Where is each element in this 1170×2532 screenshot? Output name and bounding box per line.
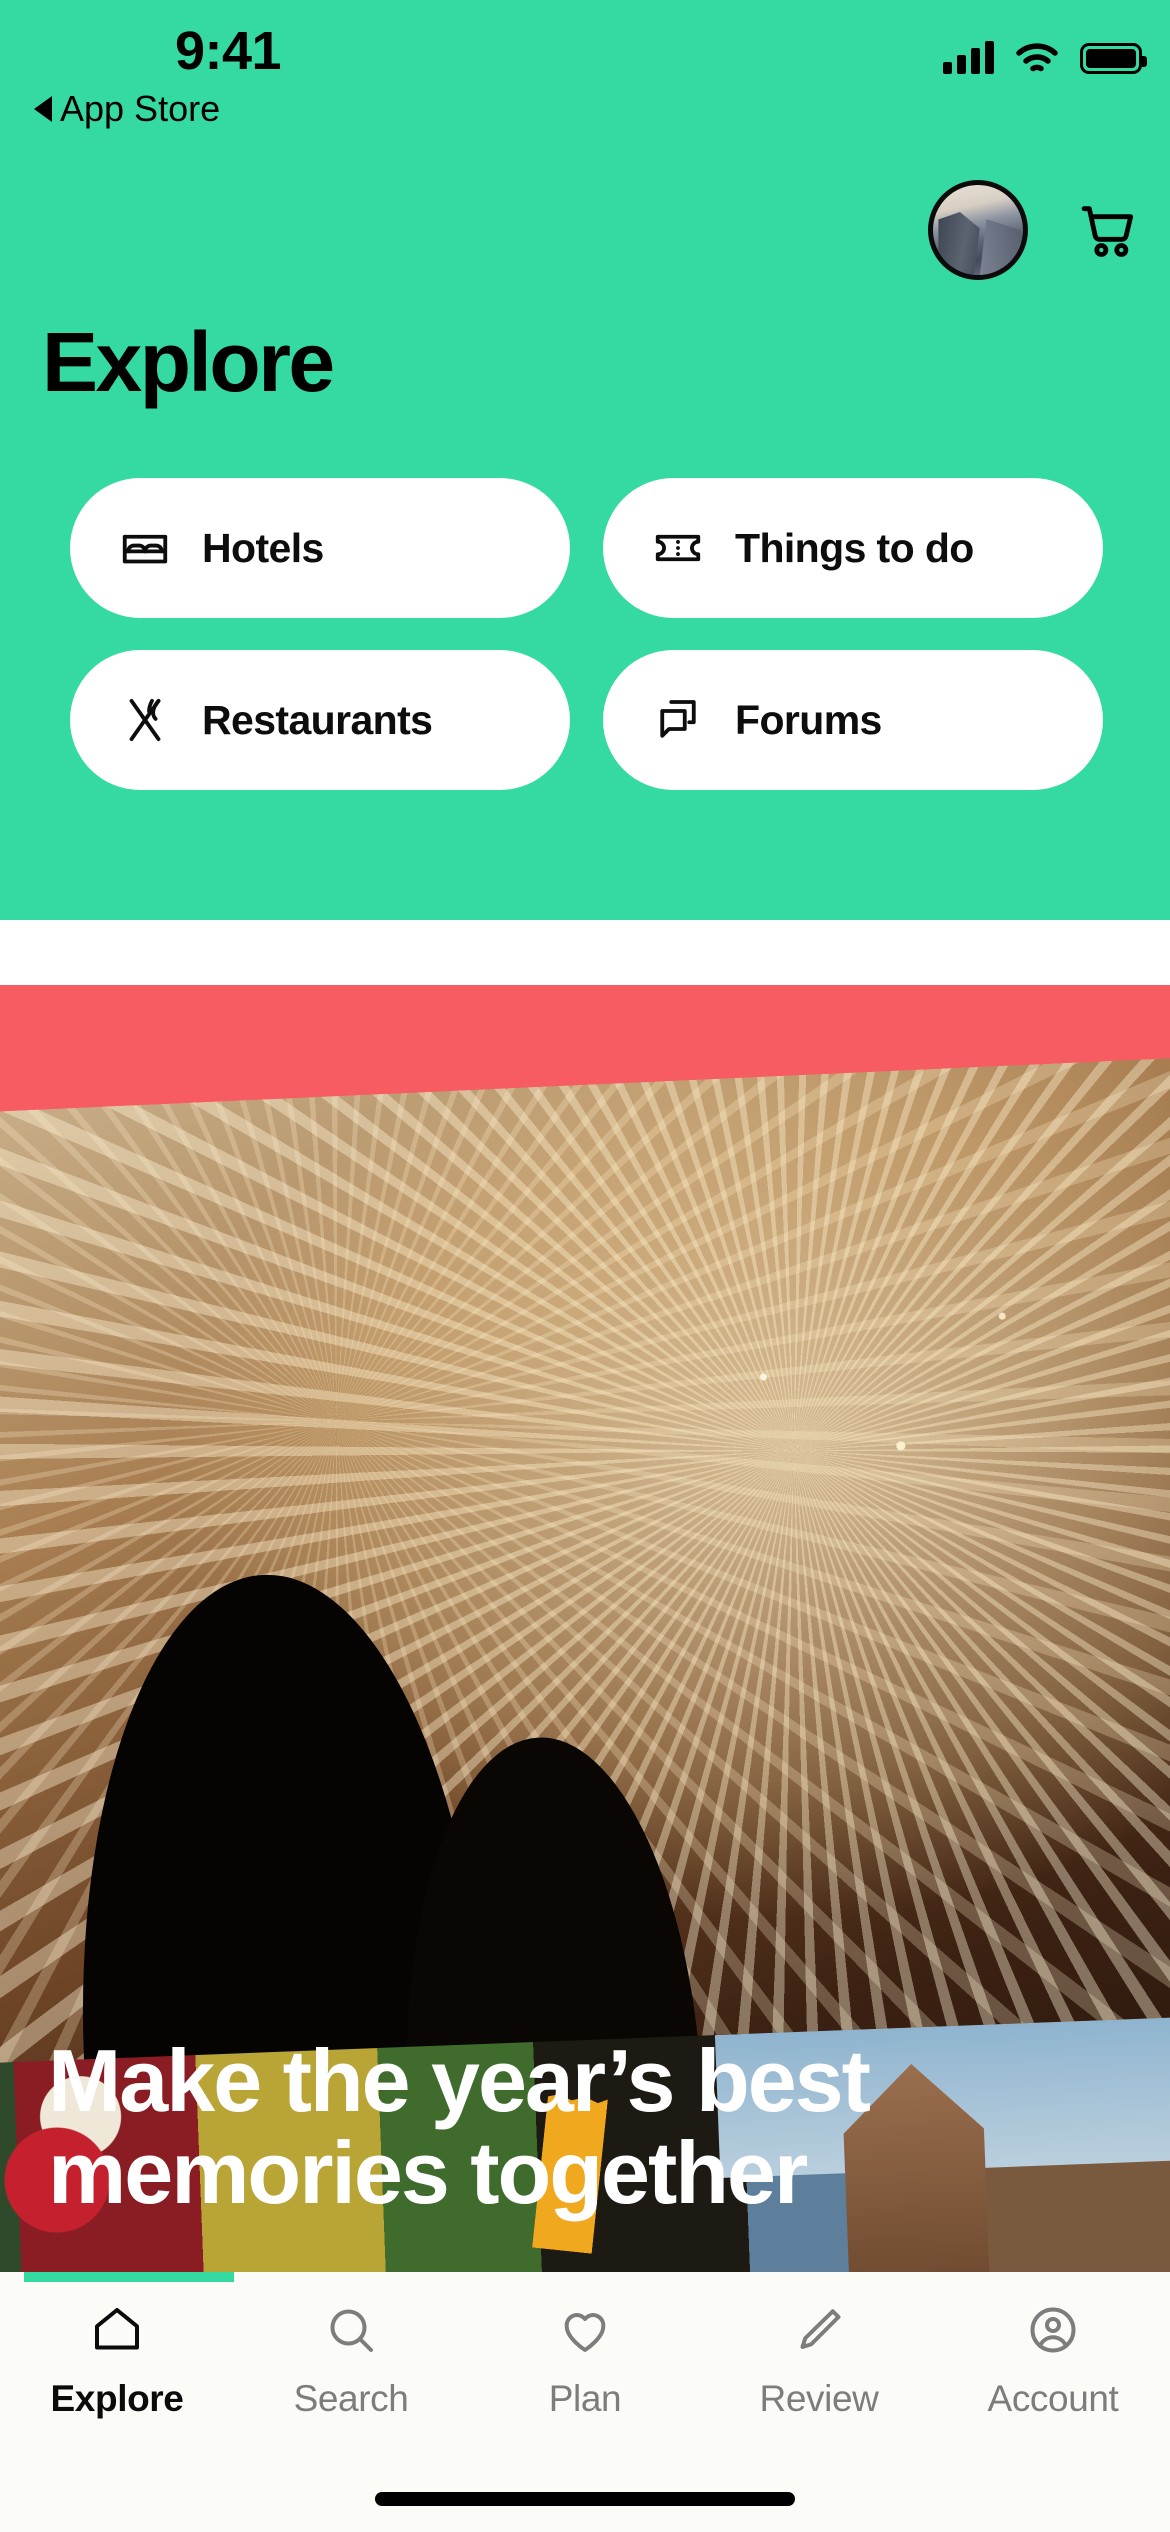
search-icon [330, 2309, 373, 2352]
chip-label: Things to do [735, 524, 974, 571]
chip-things-to-do[interactable]: Things to do [603, 478, 1103, 618]
status-bar-indicators [943, 41, 1147, 74]
header-actions [928, 180, 1140, 280]
tab-search[interactable]: Search [234, 2300, 468, 2420]
ticket-icon [655, 534, 701, 562]
home-icon [95, 2308, 139, 2350]
chip-restaurants[interactable]: Restaurants [70, 650, 570, 790]
back-to-app-store-link[interactable]: App Store [34, 88, 220, 130]
back-label: App Store [60, 88, 221, 129]
tab-review[interactable]: Review [702, 2300, 936, 2420]
tab-explore[interactable]: Explore [0, 2300, 234, 2420]
header-section: 9:41 App Store Explore Hotels Things to … [0, 0, 1170, 920]
tab-label: Plan [548, 2378, 622, 2419]
avatar[interactable] [928, 180, 1028, 280]
tab-label: Search [293, 2378, 409, 2419]
home-indicator[interactable] [375, 2492, 795, 2506]
tab-label: Review [759, 2378, 879, 2419]
chip-label: Restaurants [202, 696, 433, 743]
bed-icon [122, 534, 168, 564]
chip-label: Hotels [202, 524, 324, 571]
tab-label: Account [987, 2378, 1119, 2419]
speech-bubbles-icon [660, 700, 696, 738]
cellular-signal-icon [943, 41, 994, 74]
chip-label: Forums [735, 696, 882, 743]
battery-icon [1080, 42, 1147, 74]
hero-headline: Make the year’s best memories together [48, 2031, 871, 2222]
pencil-icon [800, 2309, 841, 2349]
person-circle-icon [1030, 2307, 1076, 2353]
status-bar-time: 9:41 [174, 21, 282, 81]
app-screen: 9:41 App Store Explore Hotels Things to … [0, 0, 1170, 2532]
bottom-tab-bar: Explore Search Plan Review Account [0, 2272, 1170, 2532]
hero-promo-card[interactable]: Make the year’s best memories together C… [0, 985, 1170, 2272]
wifi-icon [1016, 43, 1058, 72]
tab-plan[interactable]: Plan [468, 2300, 702, 2420]
chip-forums[interactable]: Forums [603, 650, 1103, 790]
tab-label: Explore [50, 2378, 184, 2419]
chip-hotels[interactable]: Hotels [70, 478, 570, 618]
heart-icon [564, 2313, 606, 2352]
tab-account[interactable]: Account [936, 2300, 1170, 2420]
back-triangle-icon [34, 96, 52, 122]
active-tab-indicator [24, 2272, 234, 2282]
status-bar: 9:41 App Store [0, 0, 1170, 129]
page-title: Explore [42, 315, 335, 409]
fork-knife-icon [129, 698, 161, 742]
quick-action-chips: Hotels Things to do Restaurants Forums [70, 478, 1103, 790]
shopping-cart-icon[interactable] [1076, 198, 1140, 262]
